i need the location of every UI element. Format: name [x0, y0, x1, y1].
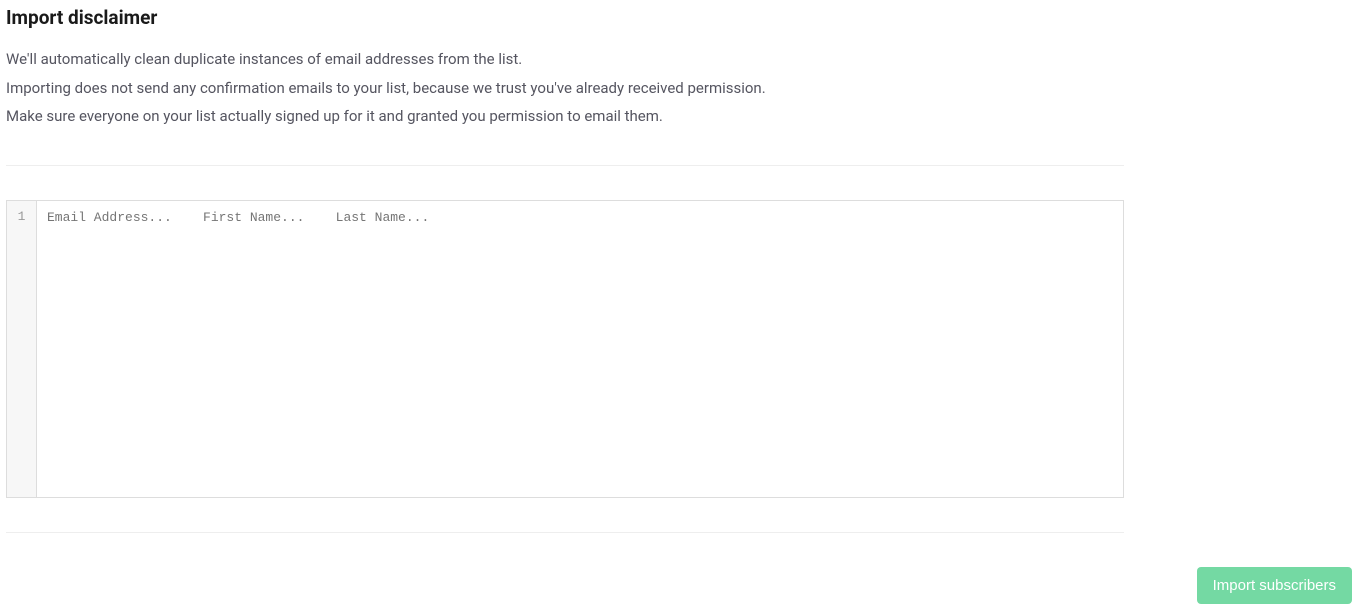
divider-bottom	[6, 532, 1124, 533]
line-number: 1	[7, 209, 36, 224]
divider-top	[6, 165, 1124, 166]
disclaimer-line-1: We'll automatically clean duplicate inst…	[6, 45, 1350, 74]
import-subscribers-button[interactable]: Import subscribers	[1197, 567, 1352, 604]
page-heading: Import disclaimer	[6, 6, 1350, 29]
import-textarea[interactable]	[37, 201, 1123, 497]
disclaimer-line-2: Importing does not send any confirmation…	[6, 74, 1350, 103]
disclaimer-line-3: Make sure everyone on your list actually…	[6, 102, 1350, 131]
import-editor: 1	[6, 200, 1124, 498]
action-row: Import subscribers	[6, 567, 1352, 604]
editor-gutter: 1	[7, 201, 37, 497]
